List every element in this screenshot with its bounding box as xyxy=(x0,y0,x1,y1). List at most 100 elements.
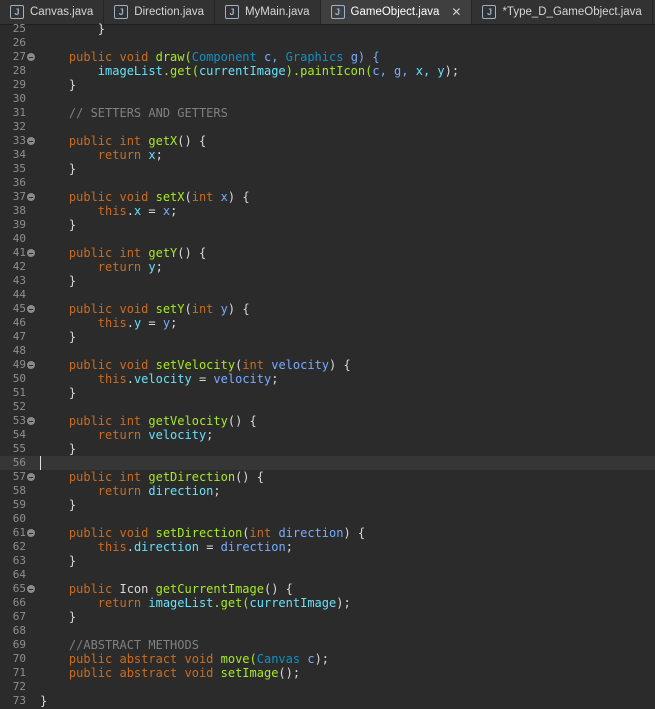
code-text: } xyxy=(40,694,48,708)
code-text: // SETTERS AND GETTERS xyxy=(40,106,228,120)
code-line[interactable]: 58 return direction; xyxy=(0,484,655,498)
code-line[interactable]: 44 xyxy=(0,288,655,302)
line-number: 62 xyxy=(12,540,26,553)
code-line[interactable]: 40 xyxy=(0,232,655,246)
code-line[interactable]: 48 xyxy=(0,344,655,358)
fold-toggle-icon[interactable] xyxy=(27,249,35,257)
code-line[interactable]: 41 public int getY() { xyxy=(0,246,655,260)
code-line[interactable]: 72 xyxy=(0,680,655,694)
line-number: 44 xyxy=(12,288,26,301)
code-line[interactable]: 57 public int getDirection() { xyxy=(0,470,655,484)
code-line[interactable]: 59 } xyxy=(0,498,655,512)
code-line[interactable]: 39 } xyxy=(0,218,655,232)
code-line[interactable]: 68 xyxy=(0,624,655,638)
code-line[interactable]: 65 public Icon getCurrentImage() { xyxy=(0,582,655,596)
code-line[interactable]: 49 public void setVelocity(int velocity)… xyxy=(0,358,655,372)
tab-direction-java[interactable]: J Direction.java xyxy=(104,0,215,24)
code-line[interactable]: 52 xyxy=(0,400,655,414)
code-line[interactable]: 25 } xyxy=(0,22,655,36)
code-text: public void setY(int y) { xyxy=(40,302,250,316)
code-line[interactable]: 31 // SETTERS AND GETTERS xyxy=(0,106,655,120)
code-line[interactable]: 73} xyxy=(0,694,655,708)
fold-toggle-icon[interactable] xyxy=(27,361,35,369)
line-number: 45 xyxy=(12,302,26,315)
code-line[interactable]: 45 public void setY(int y) { xyxy=(0,302,655,316)
tab-mymain-java[interactable]: J MyMain.java xyxy=(215,0,321,24)
code-line[interactable]: 54 return velocity; xyxy=(0,428,655,442)
code-line[interactable]: 42 return y; xyxy=(0,260,655,274)
code-line[interactable]: 53 public int getVelocity() { xyxy=(0,414,655,428)
java-file-icon: J xyxy=(114,5,129,19)
code-line[interactable]: 69 //ABSTRACT METHODS xyxy=(0,638,655,652)
code-text: } xyxy=(40,442,77,456)
code-line[interactable]: 51 } xyxy=(0,386,655,400)
line-number: 52 xyxy=(12,400,26,413)
code-editor[interactable]: 25 } 26 27 public void draw(Component c, G… xyxy=(0,22,655,709)
code-text: return x; xyxy=(40,148,163,162)
line-number: 40 xyxy=(12,232,26,245)
code-line[interactable]: 66 return imageList.get(currentImage); xyxy=(0,596,655,610)
code-line[interactable]: 34 return x; xyxy=(0,148,655,162)
code-line[interactable]: 36 xyxy=(0,176,655,190)
code-line[interactable]: 62 this.direction = direction; xyxy=(0,540,655,554)
code-line[interactable]: 61 public void setDirection(int directio… xyxy=(0,526,655,540)
fold-toggle-icon[interactable] xyxy=(27,473,35,481)
code-line[interactable]: 32 xyxy=(0,120,655,134)
code-line[interactable]: 50 this.velocity = velocity; xyxy=(0,372,655,386)
code-line[interactable]: 56 xyxy=(0,456,655,470)
line-number: 43 xyxy=(12,274,26,287)
fold-toggle-icon[interactable] xyxy=(27,193,35,201)
java-file-icon: J xyxy=(10,5,24,19)
fold-toggle-icon[interactable] xyxy=(27,53,35,61)
code-line[interactable]: 63 } xyxy=(0,554,655,568)
code-line[interactable]: 29 } xyxy=(0,78,655,92)
fold-toggle-icon[interactable] xyxy=(27,137,35,145)
tab-label: Direction.java xyxy=(134,6,204,18)
code-text: } xyxy=(40,78,77,92)
line-number: 61 xyxy=(12,526,26,539)
code-text: public int getX() { xyxy=(40,134,207,148)
code-line[interactable]: 30 xyxy=(0,92,655,106)
line-number: 34 xyxy=(12,148,26,161)
code-line[interactable]: 26 xyxy=(0,36,655,50)
line-number: 58 xyxy=(12,484,26,497)
fold-toggle-icon[interactable] xyxy=(27,529,35,537)
line-number: 37 xyxy=(12,190,26,203)
code-line[interactable]: 37 public void setX(int x) { xyxy=(0,190,655,204)
line-number: 53 xyxy=(12,414,26,427)
code-line[interactable]: 33 public int getX() { xyxy=(0,134,655,148)
code-line[interactable]: 28 imageList.get(currentImage).paintIcon… xyxy=(0,64,655,78)
fold-toggle-icon[interactable] xyxy=(27,585,35,593)
code-text: public void setDirection(int direction) … xyxy=(40,526,366,540)
code-text: } xyxy=(40,386,77,400)
fold-toggle-icon[interactable] xyxy=(27,305,35,313)
code-line[interactable]: 38 this.x = x; xyxy=(0,204,655,218)
code-text: } xyxy=(40,162,77,176)
code-line[interactable]: 70 public abstract void move(Canvas c); xyxy=(0,652,655,666)
close-tab-icon[interactable]: ✕ xyxy=(451,5,461,19)
line-number: 54 xyxy=(12,428,26,441)
tab-type-d-gameobject-java[interactable]: J *Type_D_GameObject.java xyxy=(472,0,653,24)
line-number: 50 xyxy=(12,372,26,385)
code-line[interactable]: 35 } xyxy=(0,162,655,176)
code-line[interactable]: 60 xyxy=(0,512,655,526)
line-number: 47 xyxy=(12,330,26,343)
code-text: } xyxy=(40,274,77,288)
code-line[interactable]: 46 this.y = y; xyxy=(0,316,655,330)
code-line[interactable]: 27 public void draw(Component c, Graphic… xyxy=(0,50,655,64)
tab-label: *Type_D_GameObject.java xyxy=(502,6,642,18)
code-line[interactable]: 47 } xyxy=(0,330,655,344)
tab-label: GameObject.java xyxy=(350,6,440,18)
fold-toggle-icon[interactable] xyxy=(27,417,35,425)
code-line[interactable]: 43 } xyxy=(0,274,655,288)
line-number: 70 xyxy=(12,652,26,665)
code-text: } xyxy=(40,610,77,624)
code-line[interactable]: 67 } xyxy=(0,610,655,624)
code-line[interactable]: 71 public abstract void setImage(); xyxy=(0,666,655,680)
code-line[interactable]: 64 xyxy=(0,568,655,582)
line-number: 67 xyxy=(12,610,26,623)
tab-gameobject-java[interactable]: J GameObject.java ✕ xyxy=(320,0,473,24)
code-line[interactable]: 55 } xyxy=(0,442,655,456)
line-number: 63 xyxy=(12,554,26,567)
tab-canvas-java[interactable]: J Canvas.java xyxy=(0,0,105,24)
